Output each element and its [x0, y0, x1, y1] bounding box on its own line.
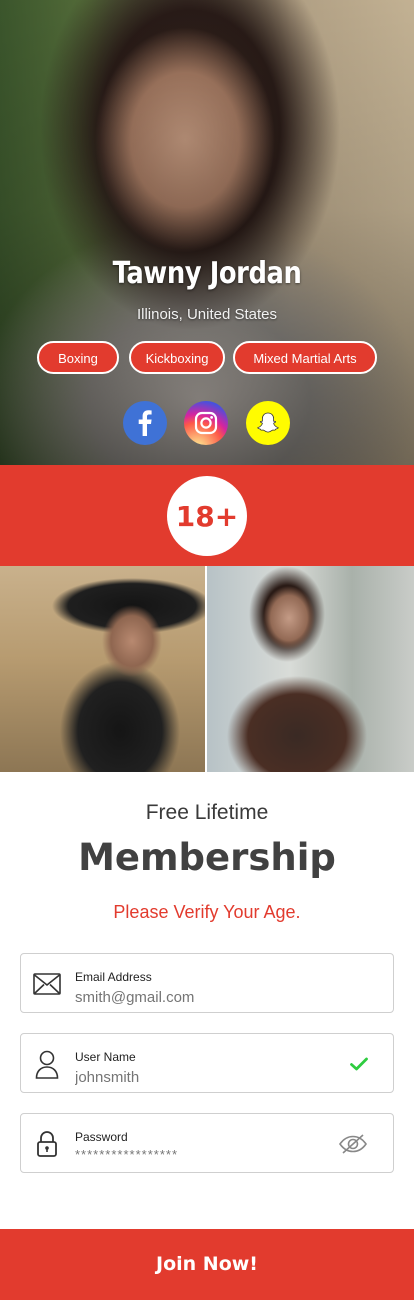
facebook-icon [138, 410, 152, 436]
membership-subtitle: Free Lifetime [145, 801, 269, 824]
email-label: Email Address [75, 970, 152, 984]
eye-slash-icon[interactable] [337, 1133, 369, 1155]
tag-mixed-martial-arts[interactable]: Mixed Martial Arts [233, 341, 377, 374]
interest-tags: Boxing Kickboxing Mixed Martial Arts [0, 341, 414, 375]
hero-content: Tawny Jordan Illinois, United States Box… [0, 0, 414, 465]
instagram-button[interactable] [184, 401, 228, 445]
username-input[interactable] [75, 1069, 325, 1086]
gallery-photo-2 [207, 566, 414, 772]
tag-kickboxing[interactable]: Kickboxing [129, 341, 225, 374]
password-label: Password [75, 1130, 128, 1144]
membership-title: Membership [78, 836, 336, 879]
profile-hero: Tawny Jordan Illinois, United States Box… [0, 0, 414, 465]
email-input[interactable] [75, 989, 325, 1006]
age-band: 18+ [0, 465, 414, 566]
profile-name: Tawny Jordan [112, 256, 302, 291]
gallery-photo-1 [0, 566, 205, 772]
email-field[interactable]: Email Address [20, 953, 394, 1013]
instagram-icon [194, 411, 218, 435]
lock-icon [32, 1129, 62, 1159]
age-badge: 18+ [167, 476, 247, 556]
user-icon [32, 1049, 62, 1079]
username-label: User Name [75, 1050, 136, 1064]
envelope-icon [32, 969, 62, 999]
password-field[interactable]: Password [20, 1113, 394, 1173]
verify-age-prompt: Please Verify Your Age. [113, 902, 301, 922]
profile-location: Illinois, United States [136, 306, 278, 323]
join-now-button[interactable]: Join Now! [0, 1229, 414, 1300]
snapchat-icon [257, 412, 279, 433]
facebook-button[interactable] [123, 401, 167, 445]
password-input[interactable] [75, 1147, 325, 1162]
checkmark-icon [347, 1053, 371, 1075]
snapchat-button[interactable] [246, 401, 290, 445]
tag-boxing[interactable]: Boxing [37, 341, 119, 374]
username-field[interactable]: User Name [20, 1033, 394, 1093]
